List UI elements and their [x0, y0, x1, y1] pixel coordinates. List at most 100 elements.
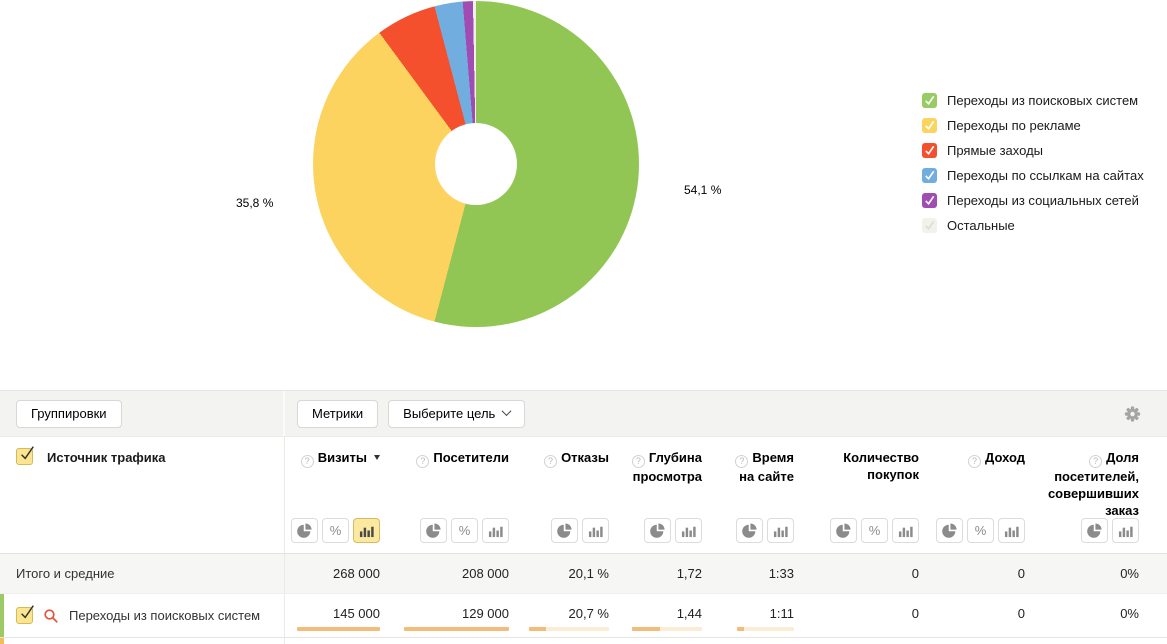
- column-header: ?Посетители: [380, 437, 509, 515]
- column-header: ?Доля посетителей, совершивших заказ: [1025, 437, 1139, 515]
- totals-value: 0: [919, 554, 1025, 593]
- value-bar: [404, 627, 509, 631]
- toolbar-left: Группировки: [0, 391, 285, 436]
- metric-value: 1,44: [609, 594, 702, 637]
- traffic-donut-chart[interactable]: [313, 1, 639, 327]
- metric-value: 0: [919, 594, 1025, 637]
- chart-mode-pie-button[interactable]: [644, 518, 671, 543]
- chart-mode-bars-button[interactable]: [767, 518, 794, 543]
- legend-label: Переходы по рекламе: [947, 118, 1081, 133]
- check-icon: [923, 169, 936, 182]
- column-header: ?Отказы: [509, 437, 609, 515]
- legend-checkbox[interactable]: [922, 193, 937, 208]
- legend-checkbox[interactable]: [922, 218, 937, 233]
- chart-mode-percent-button[interactable]: %: [322, 518, 349, 543]
- help-icon[interactable]: ?: [416, 455, 429, 468]
- totals-value: 0: [794, 554, 919, 593]
- pie-percent-label-ads: 35,8 %: [236, 196, 273, 210]
- chart-mode-pie-button[interactable]: [420, 518, 447, 543]
- legend-checkbox[interactable]: [922, 168, 937, 183]
- chart-mode-percent-button[interactable]: %: [861, 518, 888, 543]
- chart-mode-bars-button[interactable]: [675, 518, 702, 543]
- value-bar: [297, 627, 380, 631]
- legend-label: Переходы по ссылкам на сайтах: [947, 168, 1144, 183]
- metric-value: 20,7 %: [509, 594, 609, 637]
- help-icon[interactable]: ?: [544, 455, 557, 468]
- chart-mode-pie-button[interactable]: [1081, 518, 1108, 543]
- totals-value: 1:33: [702, 554, 794, 593]
- legend-checkbox[interactable]: [922, 93, 937, 108]
- legend-item[interactable]: Переходы по рекламе: [922, 113, 1144, 138]
- chart-mode-bars-button[interactable]: [482, 518, 509, 543]
- legend-item[interactable]: Переходы по ссылкам на сайтах: [922, 163, 1144, 188]
- legend-item[interactable]: Переходы из социальных сетей: [922, 188, 1144, 213]
- row-cells: 145 000129 00020,7 %1,441:11000%: [285, 594, 1167, 637]
- chart-mode-bars-button[interactable]: [353, 518, 380, 543]
- legend-item[interactable]: Переходы из поисковых систем: [922, 88, 1144, 113]
- toggle-cell: %: [919, 515, 1025, 553]
- chart-mode-pie-button[interactable]: [936, 518, 963, 543]
- help-icon[interactable]: ?: [968, 455, 981, 468]
- table-row: Переходы из поисковых систем 145 000129 …: [0, 593, 1167, 638]
- legend-item[interactable]: Прямые заходы: [922, 138, 1144, 163]
- chart-mode-percent-button[interactable]: %: [967, 518, 994, 543]
- chart-mode-bars-button[interactable]: [582, 518, 609, 543]
- table-settings-gear-icon[interactable]: [1124, 405, 1141, 422]
- toggle-cell: [702, 515, 794, 553]
- metrics-button[interactable]: Метрики: [297, 400, 378, 428]
- chart-mode-bars-button[interactable]: [892, 518, 919, 543]
- toggle-cell: [1025, 515, 1139, 553]
- chart-mode-percent-button[interactable]: %: [451, 518, 478, 543]
- legend-item[interactable]: Остальные: [922, 213, 1144, 238]
- legend-label: Прямые заходы: [947, 143, 1043, 158]
- traffic-table: Источник трафика ?Визиты?Посетители?Отка…: [0, 437, 1167, 644]
- help-icon[interactable]: ?: [735, 455, 748, 468]
- chart-mode-pie-button[interactable]: [830, 518, 857, 543]
- chart-mode-bars-button[interactable]: [1112, 518, 1139, 543]
- chart-mode-pie-button[interactable]: [736, 518, 763, 543]
- select-all-checkbox[interactable]: [16, 448, 33, 465]
- table-header-row: Источник трафика ?Визиты?Посетители?Отка…: [0, 437, 1167, 515]
- table-toolbar: Группировки Метрики Выберите цель: [0, 390, 1167, 437]
- metrica-report: 54,1 % 35,8 % Переходы из поисковых сист…: [0, 0, 1167, 644]
- metric-value: 145 000: [285, 594, 380, 637]
- legend-checkbox[interactable]: [922, 143, 937, 158]
- toggle-cell: [609, 515, 702, 553]
- chevron-down-icon: [502, 406, 512, 416]
- check-icon: [923, 219, 936, 232]
- row-checkbox[interactable]: [16, 607, 33, 624]
- column-header: ?Время на сайте: [702, 437, 794, 515]
- help-icon[interactable]: ?: [632, 455, 645, 468]
- row-label-cell: Переходы из поисковых систем: [0, 594, 285, 637]
- chart-legend: Переходы из поисковых систем Переходы по…: [922, 88, 1144, 238]
- totals-value: 208 000: [380, 554, 509, 593]
- row-label[interactable]: Переходы из поисковых систем: [69, 608, 260, 623]
- help-icon[interactable]: ?: [301, 455, 314, 468]
- metric-value: 1:11: [702, 594, 794, 637]
- metric-value: 0: [794, 594, 919, 637]
- check-icon: [923, 94, 936, 107]
- groupings-button[interactable]: Группировки: [16, 400, 122, 428]
- metric-value: 129 000: [380, 594, 509, 637]
- chart-mode-pie-button[interactable]: [551, 518, 578, 543]
- metric-value: 0%: [1025, 594, 1139, 637]
- value-bar: [529, 627, 609, 631]
- help-icon[interactable]: ?: [1089, 455, 1102, 468]
- chart-mode-pie-button[interactable]: [291, 518, 318, 543]
- totals-value: 0%: [1025, 554, 1139, 593]
- chart-mode-bars-button[interactable]: [998, 518, 1025, 543]
- toggle-cell: %: [285, 515, 380, 553]
- pie-percent-label-search: 54,1 %: [684, 183, 721, 197]
- select-goal-button[interactable]: Выберите цель: [388, 400, 525, 428]
- legend-checkbox[interactable]: [922, 118, 937, 133]
- chart-mode-toggle-row: % %: [0, 515, 1167, 553]
- toolbar-right: Метрики Выберите цель: [285, 391, 1167, 436]
- totals-row: Итого и средние 268 000208 00020,1 %1,72…: [0, 553, 1167, 593]
- value-bar: [737, 627, 794, 631]
- next-row-partial: [0, 638, 1167, 644]
- next-row-color-stripe: [0, 638, 4, 644]
- legend-label: Переходы из поисковых систем: [947, 93, 1138, 108]
- totals-value: 20,1 %: [509, 554, 609, 593]
- column-header: ?Глубина просмотра: [609, 437, 702, 515]
- select-goal-label: Выберите цель: [403, 406, 495, 421]
